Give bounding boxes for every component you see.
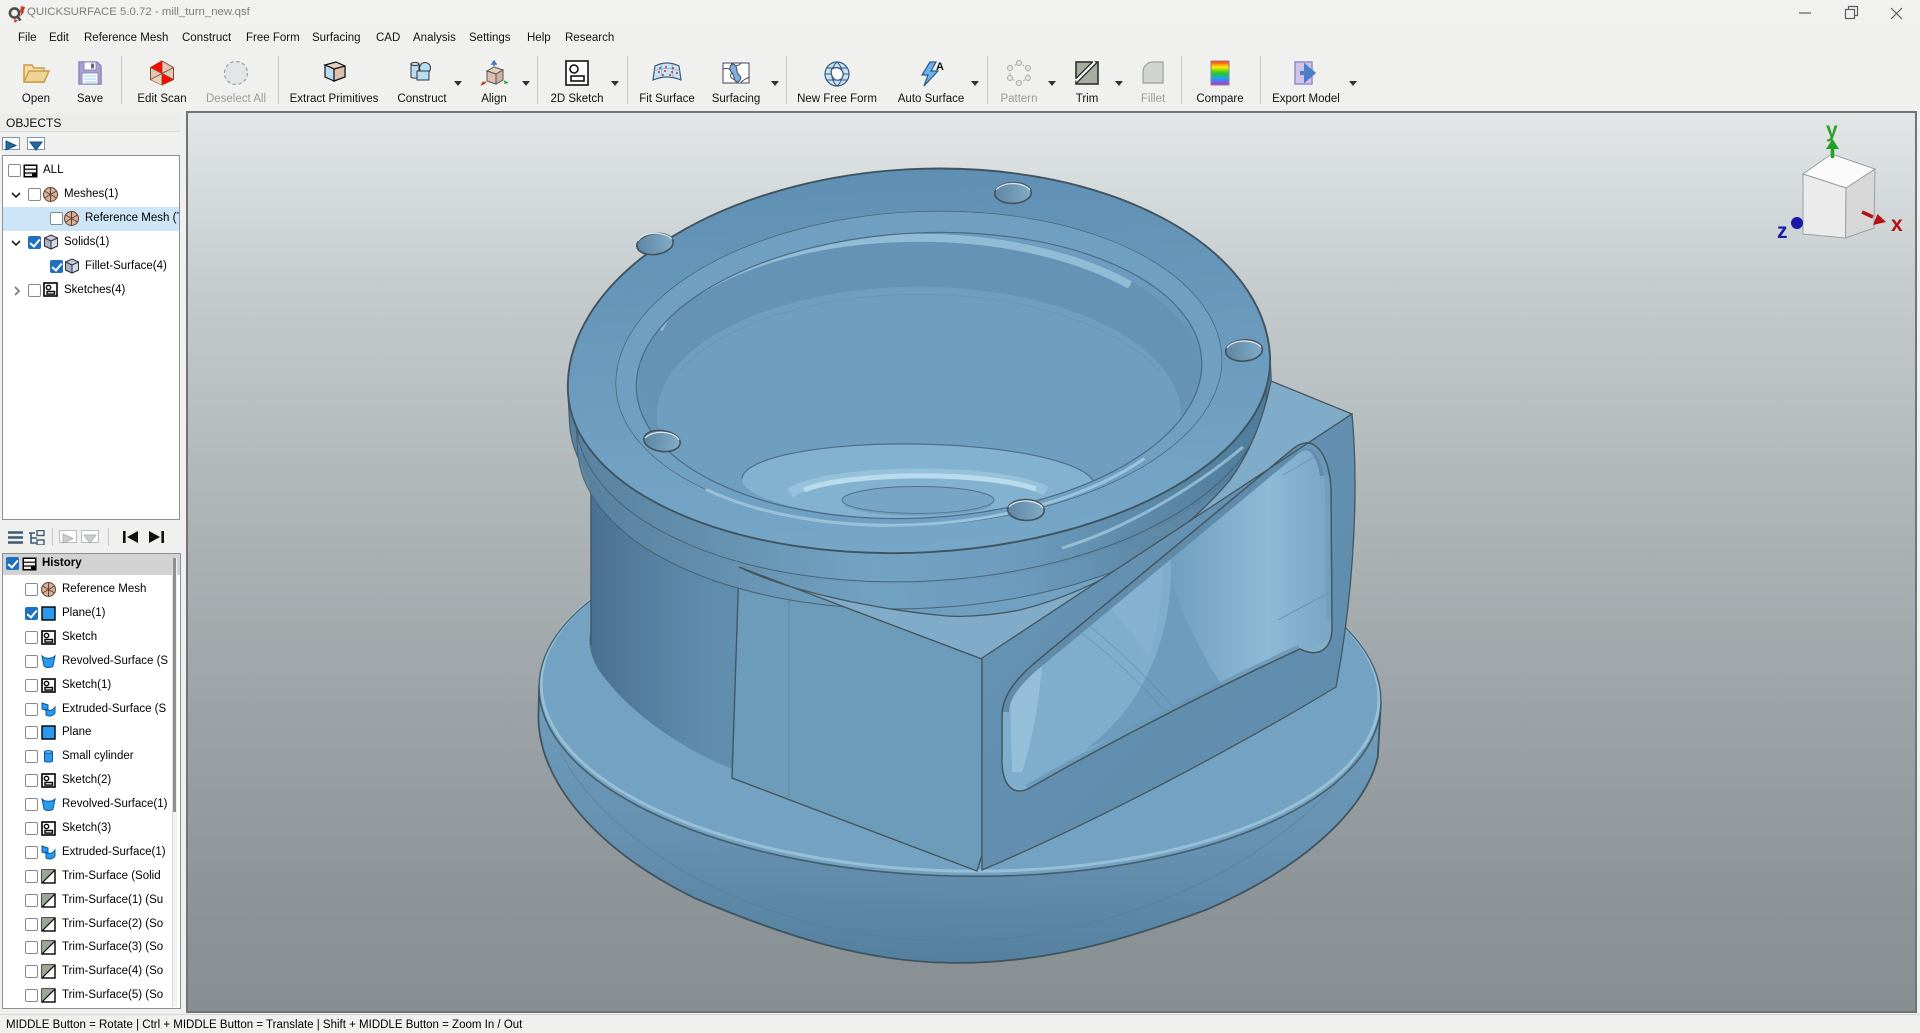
svg-text:z: z xyxy=(1777,220,1788,243)
svg-text:y: y xyxy=(1826,119,1838,142)
svg-text:x: x xyxy=(1891,213,1903,236)
svg-text:A: A xyxy=(936,61,944,73)
